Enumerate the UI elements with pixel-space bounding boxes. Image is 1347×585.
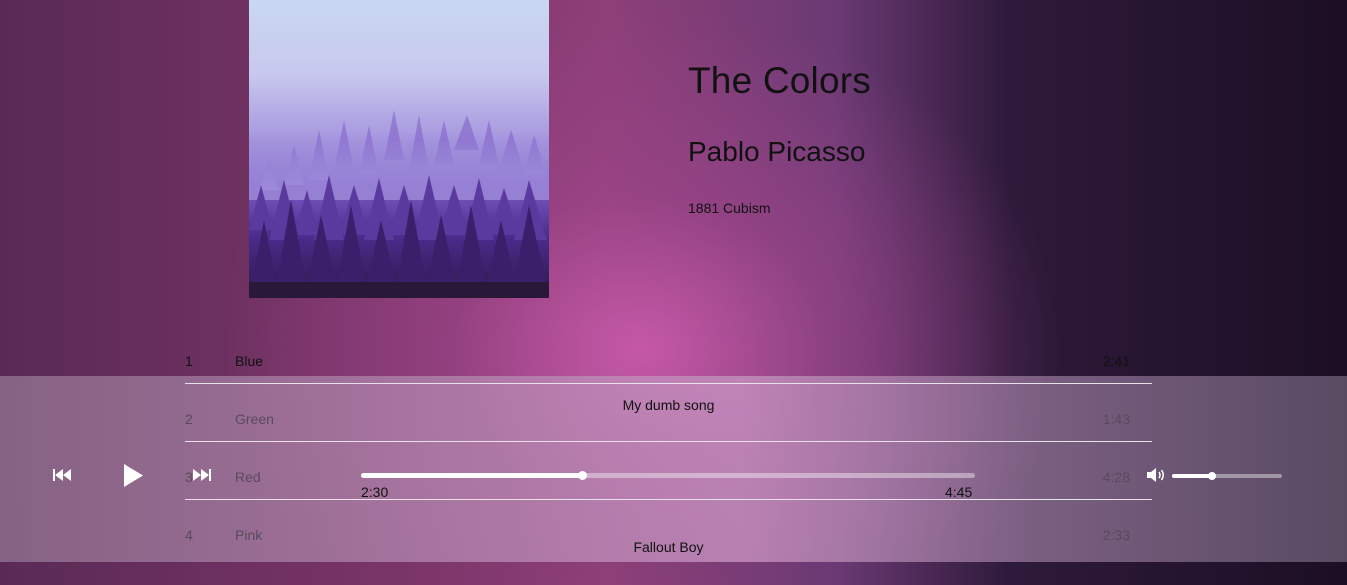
volume-fill [1172,474,1212,478]
track-divider [185,441,1152,442]
album-title: The Colors [688,60,871,101]
volume-handle[interactable] [1207,472,1216,480]
track-row[interactable]: 4 Pink 2:33 [185,527,1152,585]
track-name: Blue [235,353,264,369]
track-name: Red [235,469,261,485]
track-duration: 2:41 [1102,353,1130,369]
track-divider [185,499,1152,500]
album-meta: 1881 Cubism [688,200,771,216]
track-number: 1 [185,353,193,369]
track-duration: 4:28 [1102,469,1130,485]
progress-fill [361,473,583,478]
volume-icon[interactable] [1147,467,1167,488]
track-number: 3 [185,469,193,485]
track-number: 2 [185,411,193,427]
album-info: The Colors [688,60,871,102]
progress-handle[interactable] [578,471,588,480]
track-row[interactable]: 2 Green 1:43 [185,411,1152,469]
play-icon[interactable] [122,463,144,493]
track-name: Green [235,411,274,427]
current-time: 2:30 [361,484,389,500]
volume-slider[interactable] [1172,472,1282,480]
now-playing-artist: Fallout Boy [633,539,704,555]
skip-back-icon[interactable] [53,467,71,488]
album-cover [249,0,549,298]
album-artist: Pablo Picasso [688,136,866,167]
now-playing-title: My dumb song [622,397,715,413]
skip-forward-icon[interactable] [193,467,211,488]
total-time: 4:45 [945,484,973,500]
track-duration: 1:43 [1102,411,1130,427]
progress-bar[interactable] [361,471,975,480]
track-divider [185,383,1152,384]
